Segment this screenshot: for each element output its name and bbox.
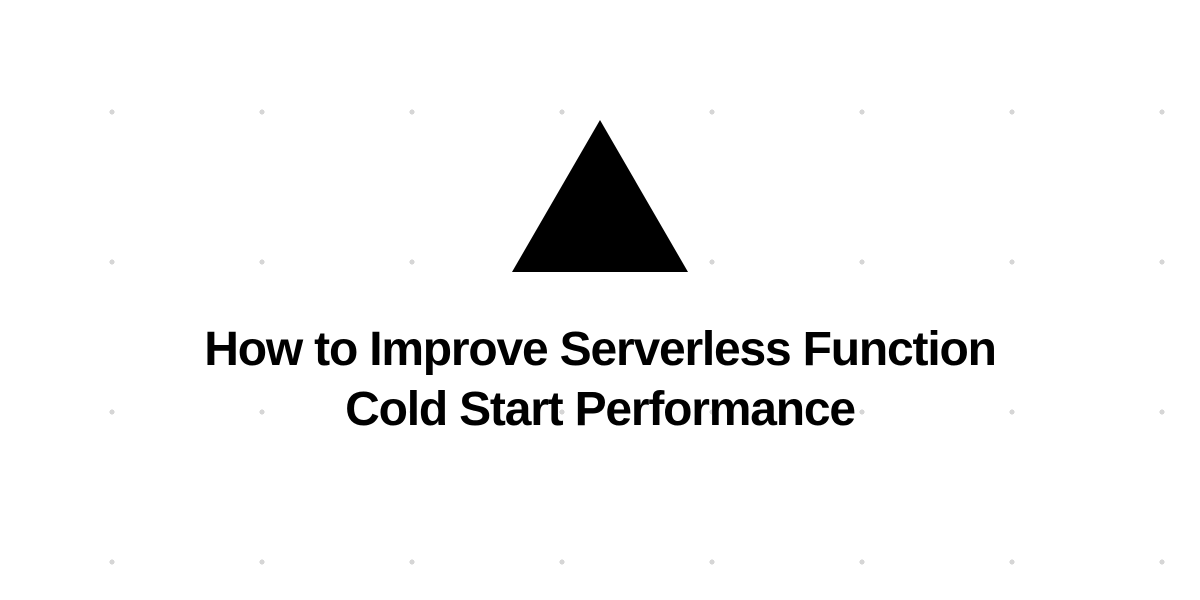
article-title: How to Improve Serverless Function Cold … bbox=[150, 320, 1050, 440]
hero-cover: How to Improve Serverless Function Cold … bbox=[0, 0, 1200, 600]
triangle-logo-icon bbox=[512, 120, 688, 272]
hero-content: How to Improve Serverless Function Cold … bbox=[0, 0, 1200, 600]
